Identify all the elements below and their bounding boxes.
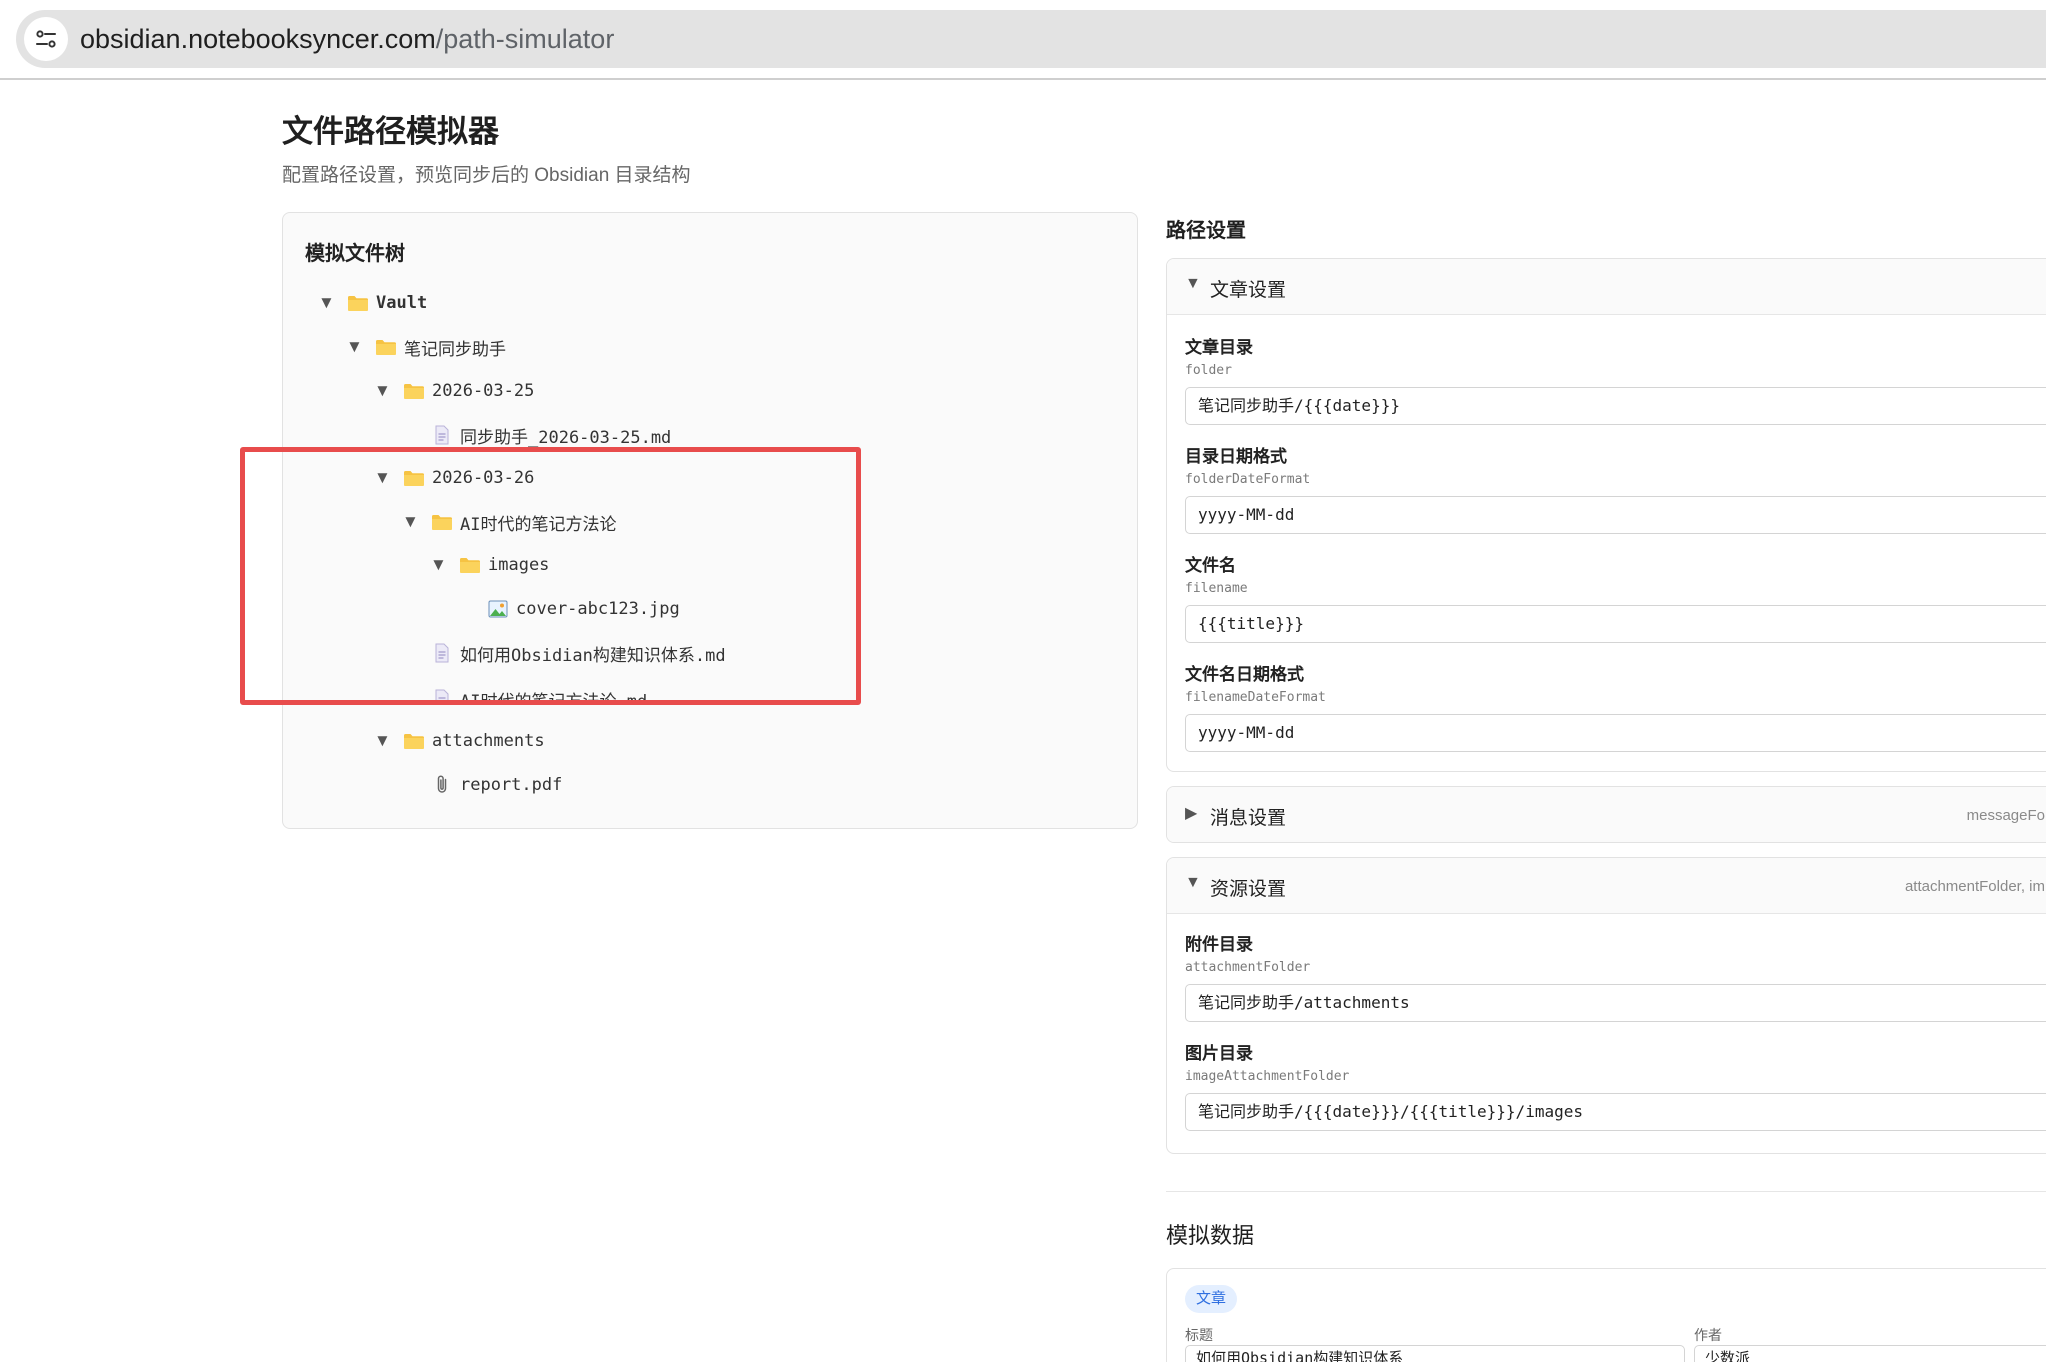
tree-node-label: attachments (432, 731, 545, 751)
resource-settings-title: 资源设置 (1210, 879, 1287, 900)
field-key: imageAttachmentFolder (1185, 1069, 1350, 1084)
tree-node-label: 笔记同步助手 (404, 339, 506, 360)
field-key: folder (1185, 363, 1232, 378)
chevron-right-icon: ▶ (1185, 805, 1198, 822)
address-bar[interactable]: obsidian.notebooksyncer.com/path-simulat… (16, 10, 2046, 68)
folder-icon (346, 291, 370, 315)
tree-file-2026-03-25-md[interactable]: 同步助手_2026-03-25.md (402, 420, 671, 450)
mock-title-label: 标题 (1185, 1327, 1213, 1343)
attachment-folder-input[interactable]: 笔记同步助手/attachments (1185, 984, 2046, 1022)
mock-data-card: 文章 标题 如何用Obsidian构建知识体系 作者 少数派 (1166, 1268, 2046, 1362)
site-settings-icon[interactable] (24, 17, 68, 61)
field-key: filenameDateFormat (1185, 690, 1326, 705)
field-key: folderDateFormat (1185, 472, 1311, 487)
field-image-attachment-folder: 图片目录 imageAttachmentFolder 笔记同步助手/{{{dat… (1185, 1043, 2046, 1131)
tree-folder-vault[interactable]: ▼ Vault (318, 288, 427, 318)
tree-folder-item[interactable]: ▼ 笔记同步助手 (346, 332, 506, 362)
page-subtitle: 配置路径设置，预览同步后的 Obsidian 目录结构 (282, 165, 691, 186)
folder-input[interactable]: 笔记同步助手/{{{date}}} (1185, 387, 2046, 425)
tree-node-label: 2026-03-25 (432, 381, 535, 401)
field-key: attachmentFolder (1185, 960, 1311, 975)
field-label: 目录日期格式 (1185, 447, 1287, 466)
folder-icon (402, 729, 426, 753)
field-label: 文件名日期格式 (1185, 665, 1304, 684)
article-type-chip[interactable]: 文章 (1185, 1285, 1238, 1313)
mock-author-label: 作者 (1694, 1327, 1722, 1343)
tree-file-report-pdf[interactable]: report.pdf (402, 770, 562, 800)
resource-settings-hint: attachmentFolder, im (1904, 878, 2045, 895)
section-divider (1166, 1191, 2046, 1192)
field-label: 文章目录 (1185, 338, 1253, 357)
tree-node-label: Vault (376, 293, 428, 313)
resource-settings-card: ▼ 资源设置 attachmentFolder, im 附件目录 attachm… (1166, 857, 2046, 1154)
folder-date-format-input[interactable]: yyyy-MM-dd (1185, 496, 2046, 534)
url-path: /path-simulator (435, 24, 615, 54)
file-tree-title: 模拟文件树 (305, 243, 405, 265)
filename-input[interactable]: {{{title}}} (1185, 605, 2046, 643)
field-folder-date-format: 目录日期格式 folderDateFormat yyyy-MM-dd (1185, 446, 2046, 534)
tree-node-label: 同步助手_2026-03-25.md (460, 427, 672, 448)
chevron-down-icon: ▼ (1185, 275, 1201, 292)
tree-folder-2026-03-25[interactable]: ▼ 2026-03-25 (374, 376, 534, 406)
field-attachment-folder: 附件目录 attachmentFolder 笔记同步助手/attachments (1185, 934, 2046, 1022)
mock-title-input[interactable]: 如何用Obsidian构建知识体系 (1185, 1345, 1685, 1362)
message-settings-header[interactable]: ▶ 消息设置 messageFo (1167, 787, 2046, 842)
folder-icon (402, 379, 426, 403)
field-folder: 文章目录 folder 笔记同步助手/{{{date}}} (1185, 337, 2046, 425)
mock-author-input[interactable]: 少数派 (1694, 1345, 2046, 1362)
url-text[interactable]: obsidian.notebooksyncer.com/path-simulat… (80, 23, 614, 55)
mock-data-heading: 模拟数据 (1166, 1223, 1255, 1248)
tree-node-label: report.pdf (460, 775, 563, 795)
highlight-box (240, 447, 861, 705)
chevron-down-icon: ▼ (1185, 874, 1201, 891)
chevron-down-icon[interactable]: ▼ (318, 293, 346, 313)
chevron-down-icon[interactable]: ▼ (374, 731, 402, 751)
filename-date-format-input[interactable]: yyyy-MM-dd (1185, 714, 2046, 752)
chevron-down-icon[interactable]: ▼ (374, 381, 402, 401)
chevron-down-icon[interactable]: ▼ (346, 337, 374, 357)
article-settings-header[interactable]: ▼ 文章设置 (1167, 259, 2046, 315)
url-host: obsidian.notebooksyncer.com (80, 24, 436, 54)
image-attachment-folder-input[interactable]: 笔记同步助手/{{{date}}}/{{{title}}}/images (1185, 1093, 2046, 1131)
article-settings-card: ▼ 文章设置 文章目录 folder 笔记同步助手/{{{date}}} 目录日… (1166, 258, 2046, 772)
resource-settings-header[interactable]: ▼ 资源设置 attachmentFolder, im (1167, 858, 2046, 914)
browser-toolbar: obsidian.notebooksyncer.com/path-simulat… (0, 0, 2046, 80)
field-key: filename (1185, 581, 1248, 596)
field-label: 文件名 (1185, 556, 1236, 575)
message-settings-card: ▶ 消息设置 messageFo (1166, 786, 2046, 843)
path-settings-heading: 路径设置 (1166, 220, 1246, 242)
field-filename-date-format: 文件名日期格式 filenameDateFormat yyyy-MM-dd (1185, 664, 2046, 752)
tree-folder-attachments[interactable]: ▼ attachments (374, 726, 545, 756)
markdown-file-icon (430, 423, 454, 447)
field-label: 附件目录 (1185, 935, 1253, 954)
folder-icon (374, 335, 398, 359)
article-settings-title: 文章设置 (1210, 280, 1287, 301)
field-filename: 文件名 filename {{{title}}} (1185, 555, 2046, 643)
page-title: 文件路径模拟器 (282, 114, 499, 149)
message-settings-hint: messageFo (1966, 807, 2045, 824)
message-settings-title: 消息设置 (1210, 808, 1287, 829)
paperclip-icon (430, 773, 454, 797)
field-label: 图片目录 (1185, 1044, 1253, 1063)
